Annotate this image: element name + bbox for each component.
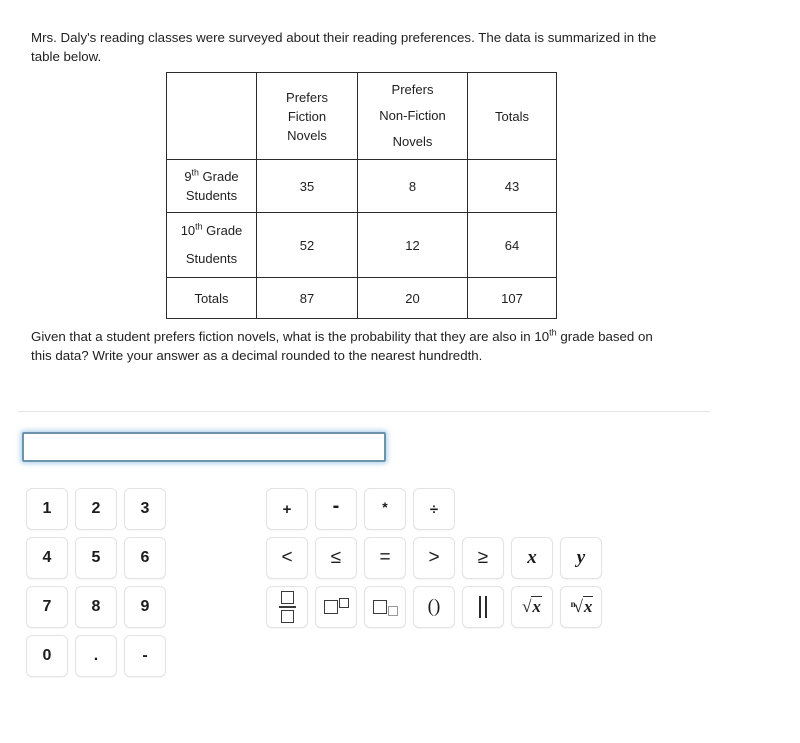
key-0[interactable]: 0: [26, 635, 68, 677]
key-minus-icon[interactable]: -: [315, 488, 357, 530]
table-row: Totals 87 20 107: [166, 277, 557, 319]
key-divide-icon[interactable]: ÷: [413, 488, 455, 530]
key-5[interactable]: 5: [75, 537, 117, 579]
column-header-fiction-line-1: Prefers: [286, 89, 328, 105]
key-fraction-icon[interactable]: [266, 586, 308, 628]
key-multiply-icon[interactable]: *: [364, 488, 406, 530]
absolute-value-glyph: [479, 596, 487, 618]
superscript-glyph: [323, 598, 349, 614]
key-variable-y[interactable]: y: [560, 537, 602, 579]
key-square-root-icon[interactable]: √x: [511, 586, 553, 628]
key-7[interactable]: 7: [26, 586, 68, 628]
column-header-totals: Totals: [467, 72, 557, 160]
column-header-fiction-line-3: Novels: [287, 127, 327, 143]
key-plus-icon[interactable]: +: [266, 488, 308, 530]
nth-root-glyph: n√x: [570, 596, 594, 616]
key-superscript-icon[interactable]: [315, 586, 357, 628]
structure-row: () √x n√x: [266, 586, 602, 628]
cell-grade-10-totals: 64: [467, 212, 557, 278]
cell-totals-grand: 107: [467, 277, 557, 319]
key-variable-x[interactable]: x: [511, 537, 553, 579]
column-header-totals-label: Totals: [495, 108, 529, 124]
table-row: 9th Grade Students 35 8 43: [166, 159, 557, 213]
intro-paragraph: Mrs. Daly's reading classes were surveye…: [31, 30, 657, 64]
ordinal-suffix: th: [191, 167, 199, 178]
key-4[interactable]: 4: [26, 537, 68, 579]
cell-grade-9-fiction: 35: [256, 159, 358, 213]
row-header-grade-10: 10th Grade Students: [166, 212, 257, 278]
relation-row: < ≤ = > ≥ x y: [266, 537, 602, 579]
number-keypad-row: 0 . -: [26, 635, 166, 677]
number-keypad-row: 7 8 9: [26, 586, 166, 628]
ordinal-suffix: th: [549, 327, 557, 338]
asterisk-glyph: *: [382, 499, 388, 515]
subscript-glyph: [372, 600, 398, 616]
cell-grade-9-totals: 43: [467, 159, 557, 213]
key-greater-than-or-equal-icon[interactable]: ≥: [462, 537, 504, 579]
key-8[interactable]: 8: [75, 586, 117, 628]
two-way-frequency-table: Prefers Fiction Novels Prefers Non-Ficti…: [166, 72, 557, 319]
table-header-row: Prefers Fiction Novels Prefers Non-Ficti…: [166, 72, 557, 160]
column-header-nonfiction-line-3: Novels: [392, 134, 433, 149]
key-equals-icon[interactable]: =: [364, 537, 406, 579]
key-subscript-icon[interactable]: [364, 586, 406, 628]
row-header-grade-9: 9th Grade Students: [166, 159, 257, 213]
key-greater-than-icon[interactable]: >: [413, 537, 455, 579]
row-header-grade-10-line-1: 10th Grade: [180, 221, 243, 238]
table-corner-cell: [166, 72, 257, 160]
key-nth-root-icon[interactable]: n√x: [560, 586, 602, 628]
column-header-nonfiction-line-1: Prefers: [391, 82, 434, 97]
cell-totals-nonfiction: 20: [357, 277, 468, 319]
cell-grade-9-nonfiction: 8: [357, 159, 468, 213]
key-2[interactable]: 2: [75, 488, 117, 530]
ordinal-suffix: th: [195, 221, 203, 232]
key-absolute-value-icon[interactable]: [462, 586, 504, 628]
key-6[interactable]: 6: [124, 537, 166, 579]
cell-grade-10-nonfiction: 12: [357, 212, 468, 278]
key-less-than-or-equal-icon[interactable]: ≤: [315, 537, 357, 579]
key-less-than-icon[interactable]: <: [266, 537, 308, 579]
table-row: 10th Grade Students 52 12 64: [166, 212, 557, 278]
answer-input[interactable]: [22, 432, 386, 462]
section-divider: [18, 411, 710, 412]
column-header-fiction: Prefers Fiction Novels: [256, 72, 358, 160]
symbol-keypad: + - * ÷ < ≤ = > ≥ x y () √x n√x: [266, 488, 602, 635]
square-root-glyph: √x: [522, 596, 542, 616]
key-parentheses-icon[interactable]: (): [413, 586, 455, 628]
row-header-totals: Totals: [166, 277, 257, 319]
column-header-fiction-line-2: Fiction: [287, 108, 327, 124]
key-1[interactable]: 1: [26, 488, 68, 530]
question-paragraph: Given that a student prefers fiction nov…: [31, 327, 671, 365]
row-header-grade-9-line-2: Students: [185, 188, 238, 203]
operator-row: + - * ÷: [266, 488, 602, 530]
question-text-part-1: Given that a student prefers fiction nov…: [31, 329, 550, 344]
row-header-grade-9-line-1: 9th Grade: [184, 167, 239, 184]
key-9[interactable]: 9: [124, 586, 166, 628]
key-negative-sign[interactable]: -: [124, 635, 166, 677]
column-header-nonfiction-line-2: Non-Fiction: [379, 108, 446, 123]
key-3[interactable]: 3: [124, 488, 166, 530]
cell-totals-fiction: 87: [256, 277, 358, 319]
fraction-glyph: [278, 591, 296, 623]
cell-grade-10-fiction: 52: [256, 212, 358, 278]
number-keypad-row: 1 2 3: [26, 488, 166, 530]
key-decimal-point[interactable]: .: [75, 635, 117, 677]
row-header-grade-10-line-2: Students: [185, 251, 238, 266]
number-keypad: 1 2 3 4 5 6 7 8 9 0 . -: [26, 488, 166, 684]
column-header-nonfiction: Prefers Non-Fiction Novels: [357, 72, 468, 160]
number-keypad-row: 4 5 6: [26, 537, 166, 579]
